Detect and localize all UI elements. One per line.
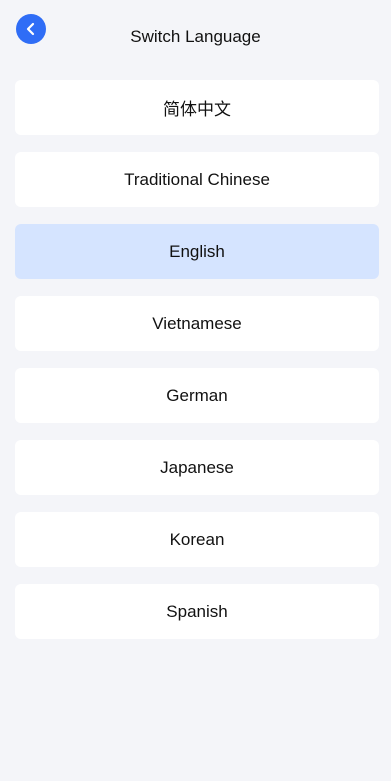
language-label: Vietnamese <box>152 313 242 333</box>
language-label: Traditional Chinese <box>124 169 270 189</box>
language-label: Korean <box>169 529 225 549</box>
language-option-english[interactable]: English <box>15 224 379 279</box>
language-label: Spanish <box>166 601 228 621</box>
page-title: Switch Language <box>130 27 261 46</box>
language-option-traditional-chinese[interactable]: Traditional Chinese <box>15 152 379 207</box>
language-option-japanese[interactable]: Japanese <box>15 440 379 495</box>
language-label: German <box>166 385 228 405</box>
language-option-german[interactable]: German <box>15 368 379 423</box>
language-label: English <box>169 241 225 261</box>
language-option-korean[interactable]: Korean <box>15 512 379 567</box>
header: Switch Language <box>0 0 391 72</box>
language-label: 简体中文 <box>163 100 231 119</box>
language-list: 简体中文 Traditional Chinese English Vietnam… <box>15 80 379 656</box>
language-label: Japanese <box>160 457 234 477</box>
language-option-spanish[interactable]: Spanish <box>15 584 379 639</box>
language-option-vietnamese[interactable]: Vietnamese <box>15 296 379 351</box>
language-option-simplified-chinese[interactable]: 简体中文 <box>15 80 379 135</box>
